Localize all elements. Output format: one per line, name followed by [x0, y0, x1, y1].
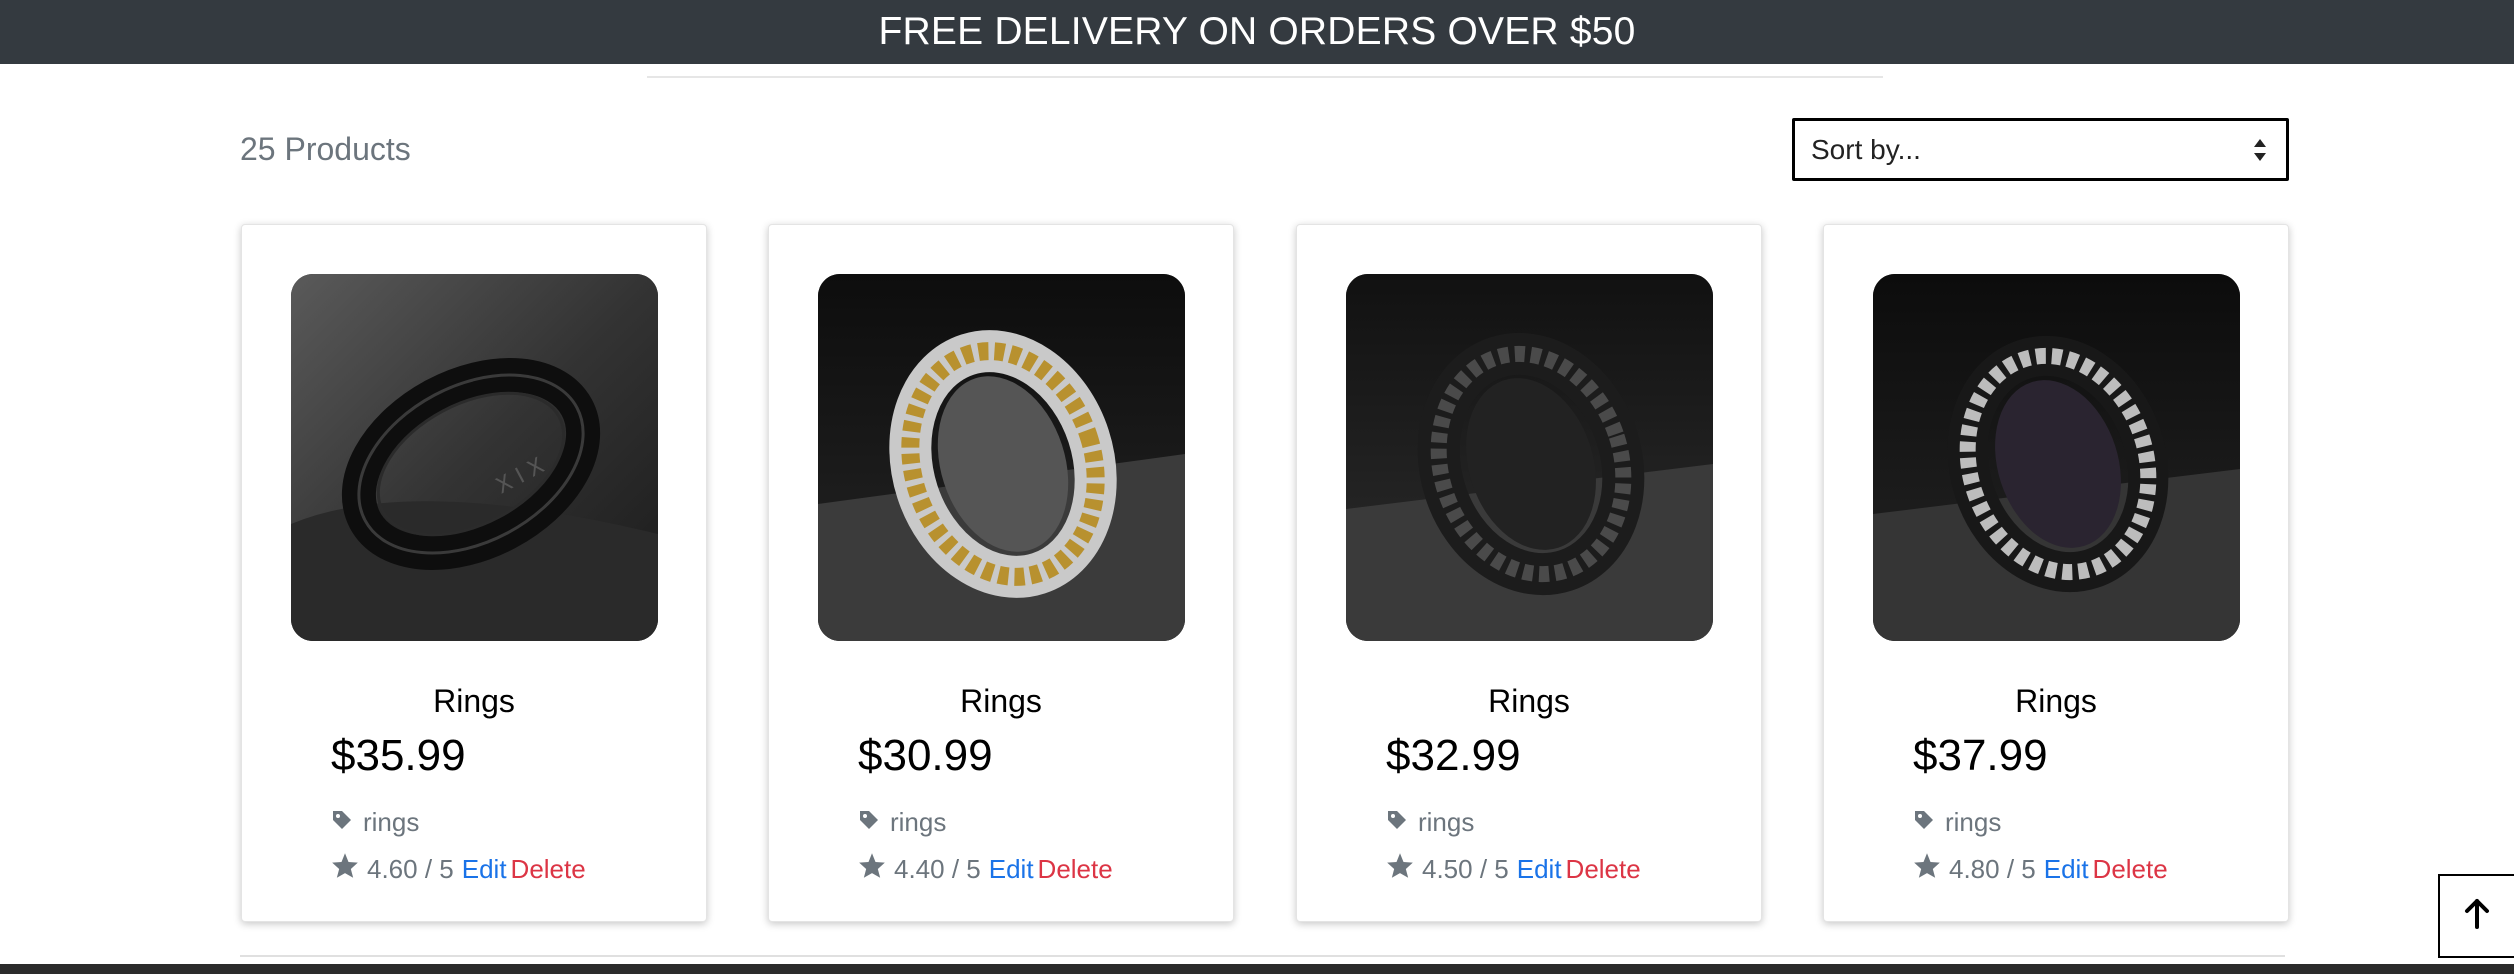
rating-value: 4.80 / 5 [1949, 853, 2036, 884]
product-category-label: rings [363, 807, 420, 837]
product-title[interactable]: Rings [242, 683, 706, 720]
product-rating: 4.60 / 5 Edit Delete [331, 852, 586, 886]
star-icon [858, 852, 886, 886]
product-category[interactable]: rings [858, 807, 946, 838]
star-icon [331, 852, 359, 886]
product-price: $35.99 [331, 731, 466, 780]
delete-link[interactable]: Delete [511, 854, 586, 885]
product-image[interactable] [1346, 274, 1713, 641]
product-category-label: rings [1945, 807, 2002, 837]
product-price: $37.99 [1913, 731, 2048, 780]
divider [647, 76, 1883, 78]
product-price: $32.99 [1386, 731, 1521, 780]
back-to-top-button[interactable] [2438, 874, 2514, 958]
product-title[interactable]: Rings [1824, 683, 2288, 720]
delete-link[interactable]: Delete [1566, 854, 1641, 885]
rating-value: 4.50 / 5 [1422, 853, 1509, 884]
delete-link[interactable]: Delete [2093, 854, 2168, 885]
tag-icon [1913, 807, 1935, 838]
product-title[interactable]: Rings [1297, 683, 1761, 720]
product-category[interactable]: rings [1386, 807, 1474, 838]
product-title[interactable]: Rings [769, 683, 1233, 720]
edit-link[interactable]: Edit [2044, 854, 2089, 885]
star-icon [1913, 852, 1941, 886]
edit-link[interactable]: Edit [989, 854, 1034, 885]
product-rating: 4.40 / 5 Edit Delete [858, 852, 1113, 886]
product-count: 25 Products [240, 131, 411, 167]
star-icon [1386, 852, 1414, 886]
rating-value: 4.40 / 5 [894, 853, 981, 884]
product-rating: 4.80 / 5 Edit Delete [1913, 852, 2168, 886]
product-card[interactable]: X I X Rings $35.99 rings 4.60 / 5 Edit D… [241, 224, 707, 922]
product-category[interactable]: rings [1913, 807, 2001, 838]
sort-select[interactable]: Sort by... [1792, 118, 2289, 181]
rating-value: 4.60 / 5 [367, 853, 454, 884]
tag-icon [331, 807, 353, 838]
sort-select-value: Sort by... [1811, 133, 1921, 165]
product-image[interactable] [1873, 274, 2240, 641]
divider [240, 955, 2285, 957]
edit-link[interactable]: Edit [1517, 854, 1562, 885]
delete-link[interactable]: Delete [1038, 854, 1113, 885]
footer-edge [0, 964, 2514, 974]
product-price: $30.99 [858, 731, 993, 780]
product-card[interactable]: Rings $32.99 rings 4.50 / 5 Edit Delete [1296, 224, 1762, 922]
product-card[interactable]: Rings $30.99 rings 4.40 / 5 Edit Delete [768, 224, 1234, 922]
product-image[interactable]: X I X [291, 274, 658, 641]
product-card[interactable]: Rings $37.99 rings 4.80 / 5 Edit Delete [1823, 224, 2289, 922]
product-rating: 4.50 / 5 Edit Delete [1386, 852, 1641, 886]
product-category-label: rings [1418, 807, 1475, 837]
edit-link[interactable]: Edit [462, 854, 507, 885]
tag-icon [1386, 807, 1408, 838]
delivery-banner: FREE DELIVERY ON ORDERS OVER $50 [0, 0, 2514, 64]
product-category[interactable]: rings [331, 807, 419, 838]
product-category-label: rings [890, 807, 947, 837]
tag-icon [858, 807, 880, 838]
arrow-up-icon [2462, 898, 2492, 935]
product-image[interactable] [818, 274, 1185, 641]
sort-arrows-icon [2252, 137, 2268, 170]
delivery-banner-text: FREE DELIVERY ON ORDERS OVER $50 [878, 10, 1636, 53]
